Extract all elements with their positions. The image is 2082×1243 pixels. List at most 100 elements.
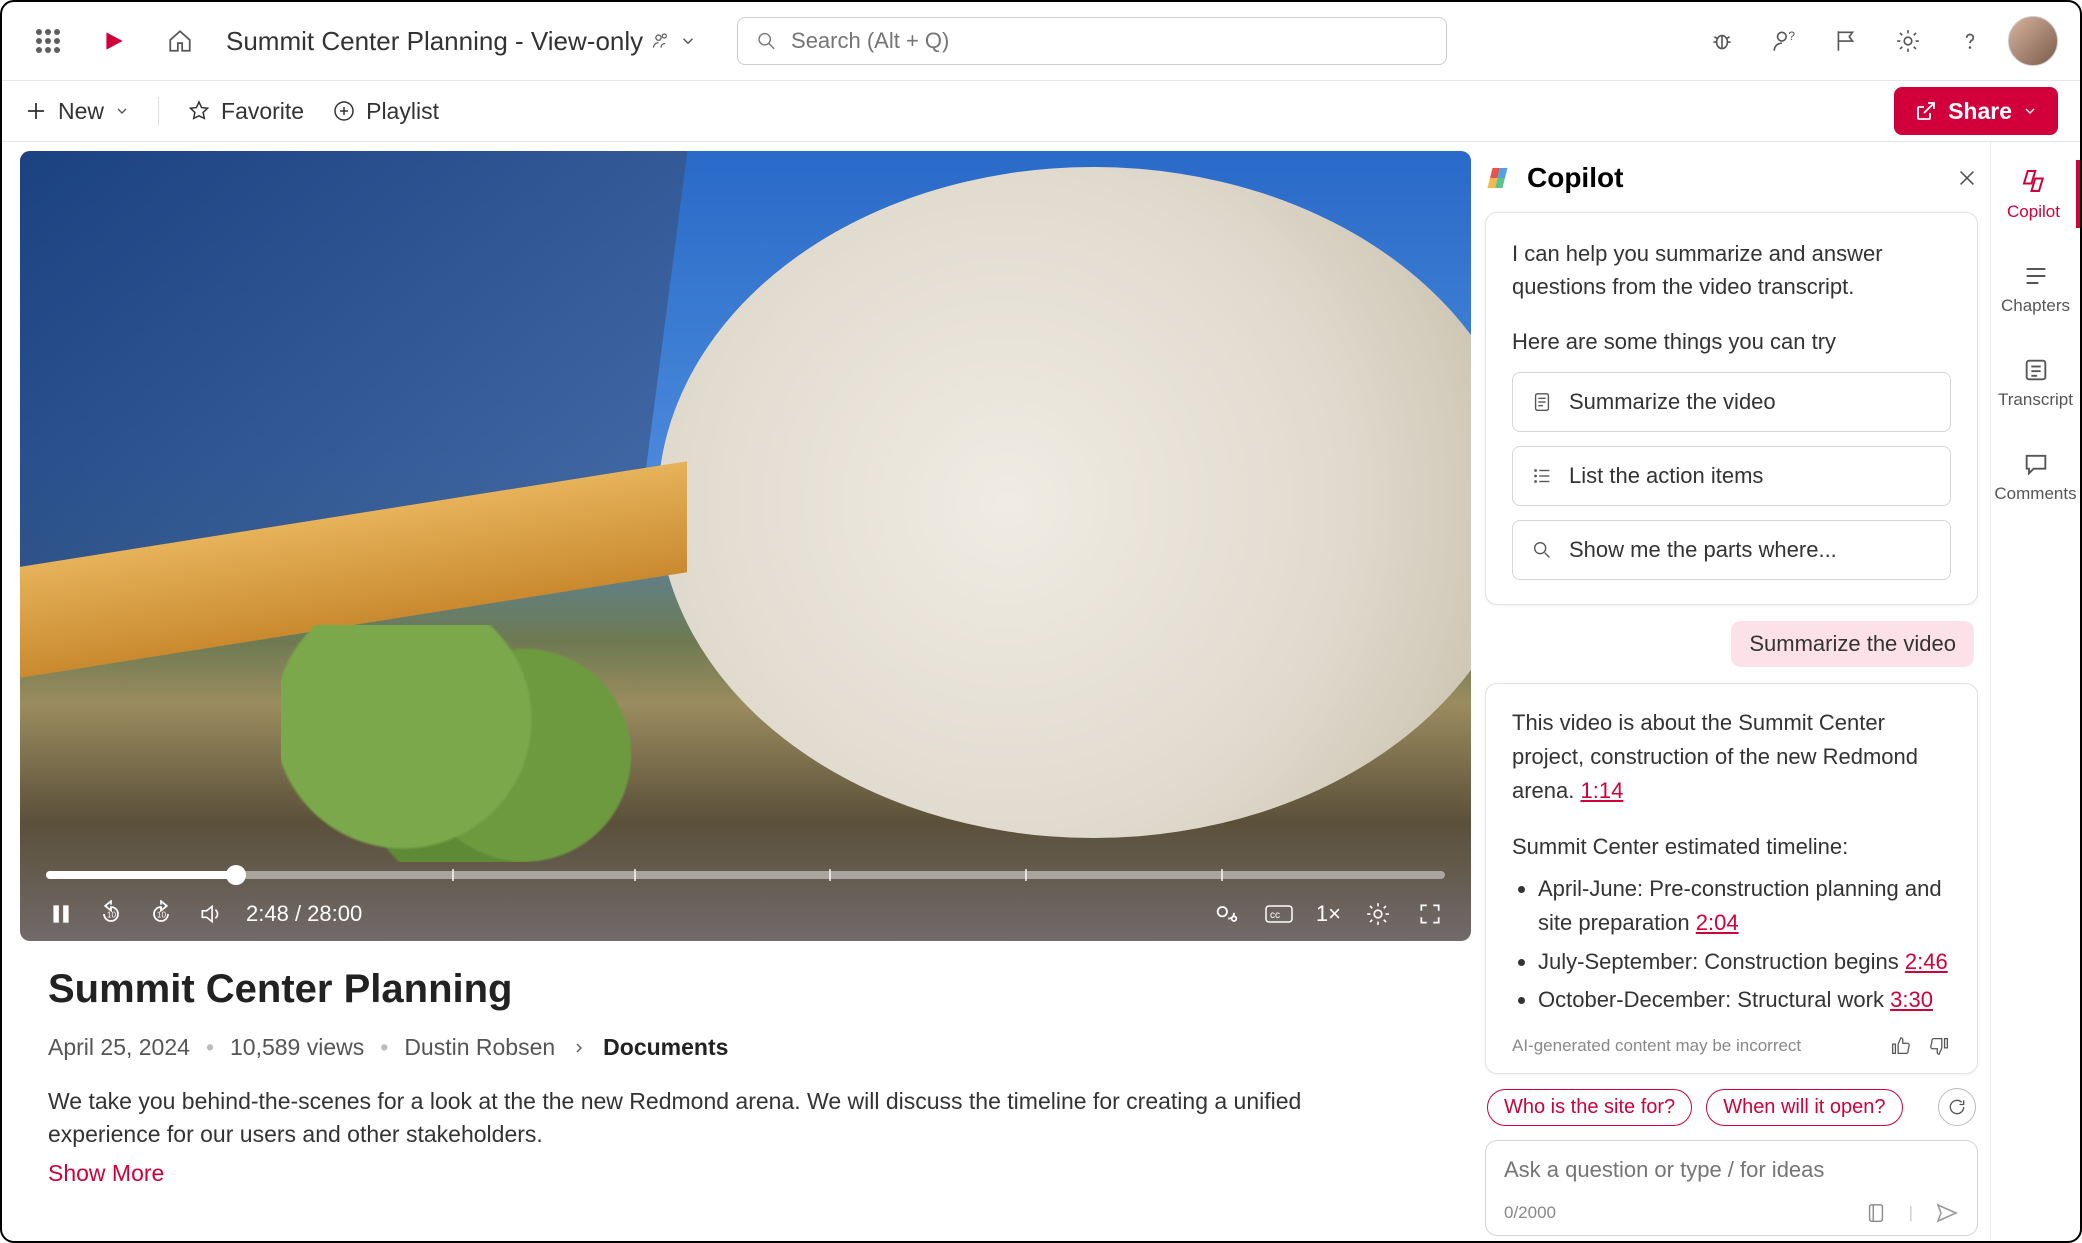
playlist-add-icon [332, 99, 356, 123]
home-button[interactable] [156, 17, 204, 65]
user-message: Summarize the video [1731, 621, 1974, 667]
rewind-10-button[interactable]: 10 [96, 899, 126, 929]
show-more-link[interactable]: Show More [48, 1160, 1461, 1187]
chevron-down-icon [114, 103, 130, 119]
main-column: 10 10 2:48 / 28:00 cc 1× Summit Center P… [2, 142, 1485, 1241]
rail-label: Transcript [1998, 390, 2073, 410]
document-title-area[interactable]: Summit Center Planning - View-only [226, 26, 697, 57]
rail-transcript[interactable]: Transcript [1991, 350, 2080, 416]
copilot-input[interactable] [1504, 1157, 1959, 1183]
send-button[interactable] [1935, 1201, 1959, 1225]
person-ask-icon: ? [1771, 28, 1797, 54]
copilot-panel: Copilot I can help you summarize and ans… [1485, 142, 1990, 1241]
video-frame-decor [658, 167, 1471, 839]
send-icon [1935, 1201, 1959, 1225]
fullscreen-button[interactable] [1415, 899, 1445, 929]
rail-label: Copilot [2007, 202, 2060, 222]
share-button[interactable]: Share [1894, 87, 2058, 135]
playlist-button[interactable]: Playlist [332, 98, 439, 125]
suggestion-summarize[interactable]: Summarize the video [1512, 372, 1951, 432]
timestamp-link[interactable]: 2:04 [1696, 910, 1739, 935]
new-label: New [58, 98, 104, 125]
home-icon [167, 28, 193, 54]
followup-chip[interactable]: Who is the site for? [1487, 1089, 1692, 1126]
prompt-guide-button[interactable] [1865, 1202, 1887, 1224]
app-launcher[interactable] [24, 17, 72, 65]
chevron-down-icon [2022, 103, 2038, 119]
ai-disclaimer-row: AI-generated content may be incorrect [1512, 1033, 1951, 1059]
gear-icon [1365, 901, 1391, 927]
svg-text:10: 10 [107, 911, 117, 920]
timeline-item: July-September: Construction begins 2:46 [1538, 945, 1951, 979]
play-pause-button[interactable] [46, 899, 76, 929]
interactivity-button[interactable] [1212, 899, 1242, 929]
rail-chapters[interactable]: Chapters [1991, 256, 2080, 322]
refresh-suggestions-button[interactable] [1938, 1088, 1976, 1126]
timeline-item: October-December: Structural work 3:30 [1538, 983, 1951, 1017]
thumbs-up-button[interactable] [1889, 1035, 1911, 1057]
copilot-intro-text: I can help you summarize and answer ques… [1512, 237, 1951, 303]
forward-10-button[interactable]: 10 [146, 899, 176, 929]
video-date: April 25, 2024 [48, 1034, 190, 1061]
timestamp-link[interactable]: 3:30 [1890, 987, 1933, 1012]
video-title: Summit Center Planning [48, 967, 1461, 1012]
right-rail: Copilot Chapters Transcript Comments [1990, 142, 2080, 1241]
brand-logo[interactable] [90, 17, 138, 65]
thumbs-down-button[interactable] [1929, 1035, 1951, 1057]
favorite-button[interactable]: Favorite [187, 98, 304, 125]
people-button[interactable]: ? [1760, 17, 1808, 65]
suggestion-find-parts[interactable]: Show me the parts where... [1512, 520, 1951, 580]
help-button[interactable] [1946, 17, 1994, 65]
copilot-header: Copilot [1485, 162, 1978, 194]
copilot-icon [2019, 166, 2049, 196]
video-player[interactable]: 10 10 2:48 / 28:00 cc 1× [20, 151, 1471, 941]
feedback-button[interactable] [1822, 17, 1870, 65]
video-meta: Summit Center Planning April 25, 2024 • … [20, 941, 1471, 1187]
copilot-close-button[interactable] [1956, 167, 1978, 189]
rail-label: Comments [1994, 484, 2076, 504]
rail-copilot[interactable]: Copilot [1991, 160, 2080, 228]
rail-comments[interactable]: Comments [1991, 444, 2080, 510]
control-row: 10 10 2:48 / 28:00 cc 1× [46, 899, 1445, 929]
copilot-title: Copilot [1527, 162, 1623, 194]
copilot-input-box[interactable]: 0/2000 | [1485, 1140, 1978, 1236]
video-author[interactable]: Dustin Robsen [404, 1034, 555, 1061]
thumbs-down-icon [1929, 1035, 1951, 1057]
new-menu[interactable]: New [24, 98, 130, 125]
diagnostics-button[interactable] [1698, 17, 1746, 65]
followup-chip[interactable]: When will it open? [1706, 1089, 1902, 1126]
progress-knob[interactable] [226, 865, 246, 885]
captions-button[interactable]: cc [1264, 899, 1294, 929]
pause-icon [48, 901, 74, 927]
transcript-icon [2022, 356, 2050, 384]
share-label: Share [1948, 98, 2012, 125]
rail-label: Chapters [2001, 296, 2070, 316]
flag-icon [1833, 28, 1859, 54]
forward-10-icon: 10 [147, 900, 175, 928]
copilot-logo-icon [1485, 163, 1515, 193]
suggestion-action-items[interactable]: List the action items [1512, 446, 1951, 506]
player-settings-button[interactable] [1363, 899, 1393, 929]
volume-icon [198, 901, 224, 927]
user-avatar[interactable] [2008, 16, 2058, 66]
svg-text:10: 10 [157, 911, 167, 920]
suggestion-label: List the action items [1569, 463, 1763, 489]
list-icon [1531, 465, 1553, 487]
playback-speed[interactable]: 1× [1316, 899, 1341, 929]
timestamp-link[interactable]: 1:14 [1581, 778, 1624, 803]
breadcrumb-folder[interactable]: Documents [603, 1034, 728, 1061]
document-icon [1531, 391, 1553, 413]
fullscreen-icon [1417, 901, 1443, 927]
search-box[interactable] [737, 17, 1447, 65]
video-meta-row: April 25, 2024 • 10,589 views • Dustin R… [48, 1034, 1461, 1061]
timeline-list: April-June: Pre-construction planning an… [1512, 868, 1951, 1020]
progress-bar[interactable] [46, 871, 1445, 879]
topbar: Summit Center Planning - View-only ? [2, 2, 2080, 80]
divider: | [1909, 1203, 1913, 1223]
search-input[interactable] [791, 28, 1428, 54]
comment-icon [2022, 450, 2050, 478]
settings-button[interactable] [1884, 17, 1932, 65]
timestamp-link[interactable]: 2:46 [1905, 949, 1948, 974]
volume-button[interactable] [196, 899, 226, 929]
thumbs-up-icon [1889, 1035, 1911, 1057]
